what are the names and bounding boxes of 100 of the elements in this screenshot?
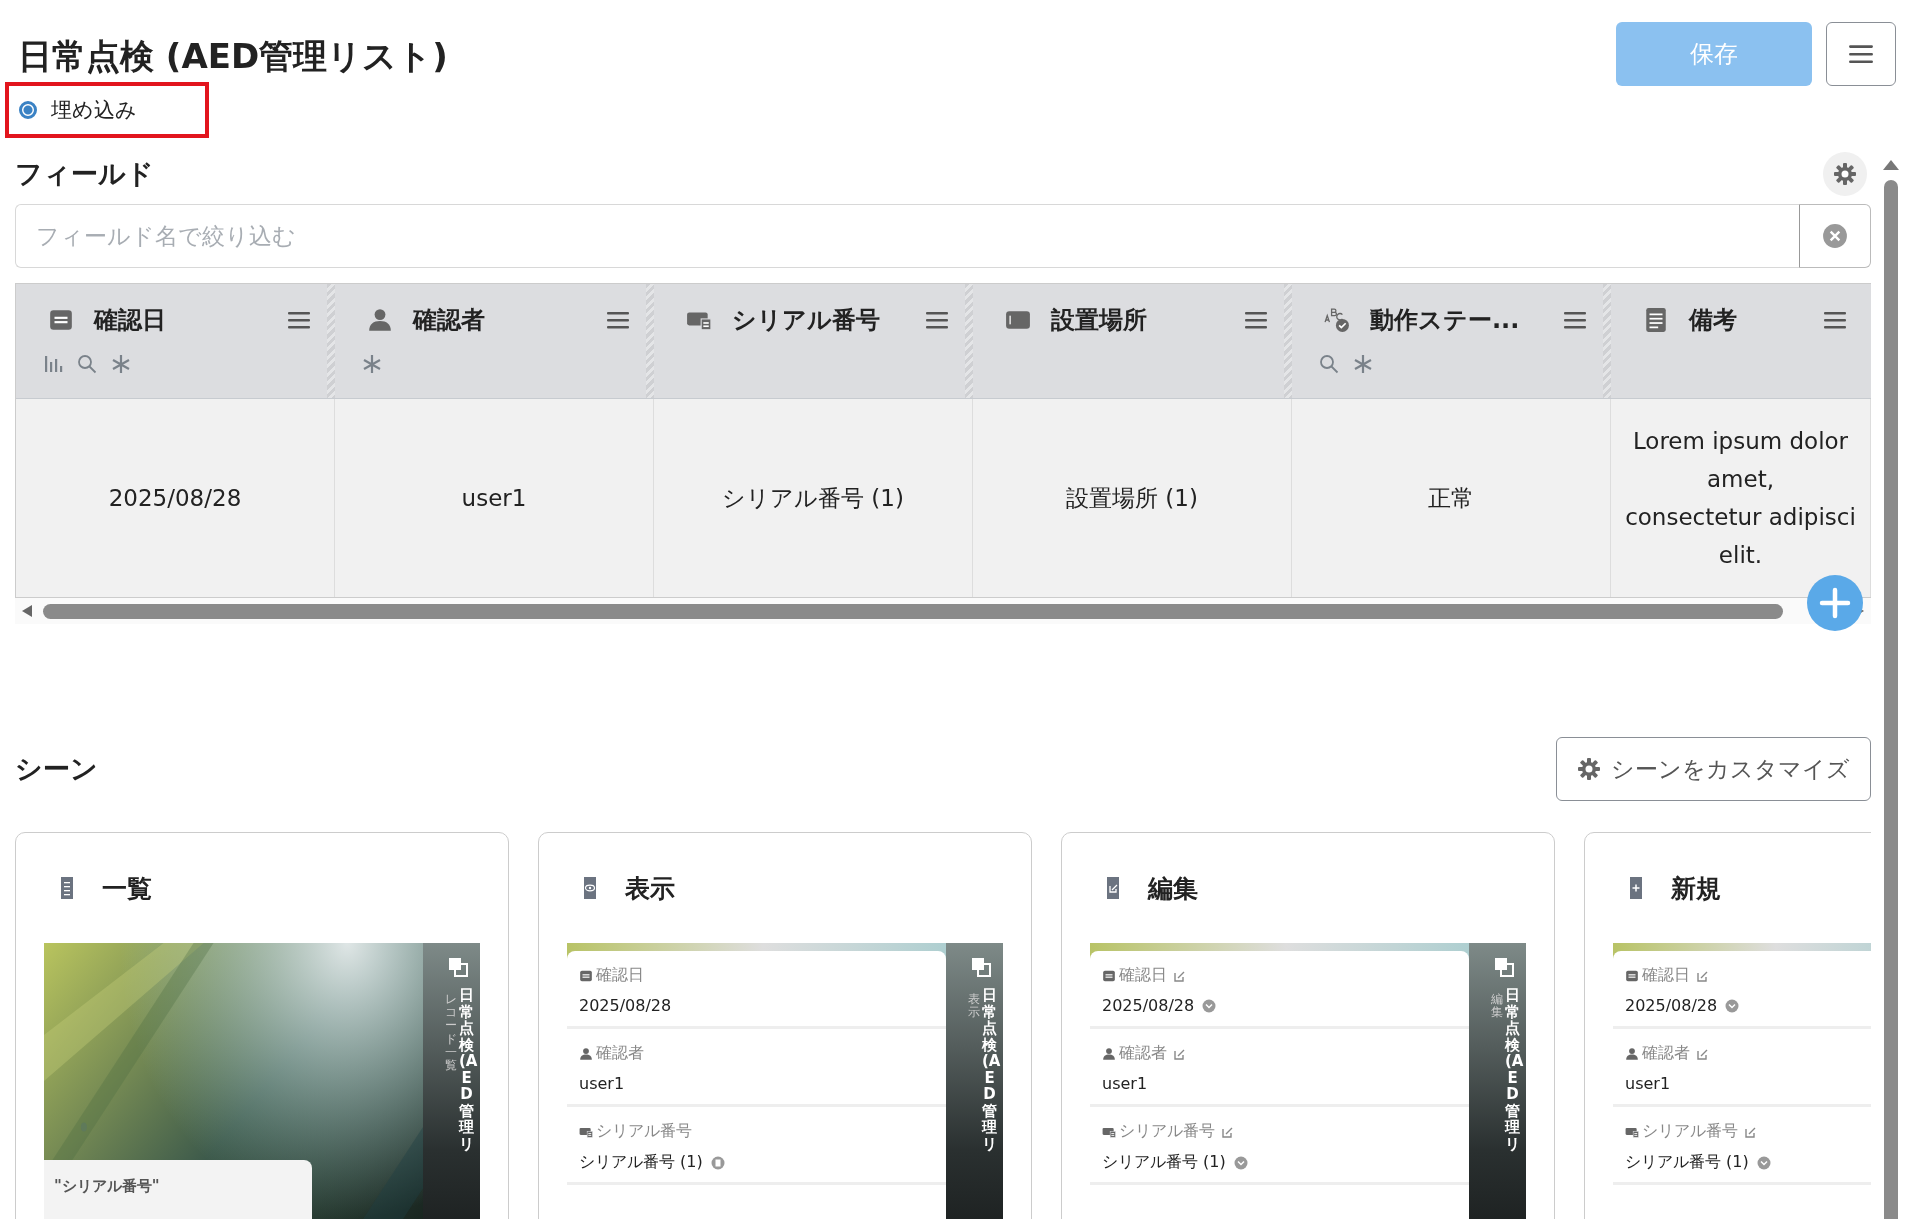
chevron-icon bbox=[1756, 1155, 1771, 1170]
field-value: 2025/08/28 bbox=[579, 996, 672, 1015]
field-value: user1 bbox=[1625, 1074, 1671, 1093]
field-value: user1 bbox=[1102, 1074, 1148, 1093]
calendar-icon bbox=[579, 968, 593, 983]
edit-page-icon bbox=[1104, 876, 1122, 900]
copy-icon bbox=[448, 957, 468, 977]
field-value: シリアル番号 (1) bbox=[1102, 1152, 1226, 1173]
search-field[interactable]: フィールド名で絞り込む bbox=[15, 204, 1799, 268]
table-cell-text: 設置場所 (1) bbox=[1066, 484, 1198, 513]
column-menu-icon[interactable] bbox=[1563, 310, 1587, 330]
calendar-icon bbox=[1625, 968, 1639, 983]
asterisk-icon bbox=[1353, 354, 1373, 374]
field-label: 確認者 bbox=[1642, 1043, 1690, 1064]
scene-title: 編集 bbox=[1148, 872, 1198, 905]
section-heading: シーン bbox=[15, 752, 98, 786]
field-label: 確認日 bbox=[1119, 965, 1167, 986]
scene-card[interactable]: 新規 確認日 2025/08/28 確認者 user1 シリアル番号 シリアル番号 (1) bbox=[1584, 832, 1871, 1219]
edit-icon bbox=[1174, 969, 1186, 982]
section-heading: フィールド bbox=[15, 157, 154, 191]
column-resize-handle[interactable] bbox=[965, 284, 973, 398]
asterisk-icon bbox=[111, 354, 131, 374]
table-cell-text: user1 bbox=[461, 484, 527, 513]
field-value: user1 bbox=[579, 1074, 625, 1093]
preview-subtitle: 編集 bbox=[1491, 993, 1503, 1022]
field-label: シリアル番号 bbox=[1642, 1121, 1738, 1142]
table-cell-text: Lorem ipsum dolor amet, consectetur adipisci elit. bbox=[1625, 427, 1856, 570]
abc-check-icon bbox=[1324, 307, 1350, 333]
column-resize-handle[interactable] bbox=[327, 284, 335, 398]
edit-icon bbox=[1222, 1125, 1234, 1138]
edit-icon bbox=[1745, 1125, 1757, 1138]
calendar-icon bbox=[48, 307, 74, 333]
chevron-icon bbox=[1202, 998, 1217, 1013]
column-header[interactable]: 設置場所 bbox=[973, 284, 1292, 399]
column-title: シリアル番号 bbox=[732, 305, 881, 336]
column-header[interactable]: 備考 bbox=[1611, 284, 1871, 399]
radio-button[interactable] bbox=[19, 101, 37, 119]
search-icon[interactable] bbox=[1319, 354, 1339, 374]
scene-title: 表示 bbox=[625, 872, 675, 905]
document-icon bbox=[1643, 307, 1669, 333]
radio-label: 埋め込み bbox=[51, 97, 137, 124]
column-title: 設置場所 bbox=[1051, 305, 1148, 336]
field-value: 2025/08/28 bbox=[1625, 996, 1718, 1015]
field-label: 確認者 bbox=[1119, 1043, 1167, 1064]
eye-page-icon bbox=[581, 876, 599, 900]
list-page-icon bbox=[58, 876, 76, 900]
chevron-icon bbox=[1725, 998, 1740, 1013]
column-menu-icon[interactable] bbox=[925, 310, 949, 330]
copy-icon bbox=[1494, 957, 1514, 977]
person-icon bbox=[1102, 1046, 1116, 1061]
preview-text: "シリアル番号" bbox=[54, 1177, 160, 1195]
scene-title: 新規 bbox=[1671, 872, 1721, 905]
person-icon bbox=[579, 1046, 593, 1061]
column-header[interactable]: 動作ステー... bbox=[1292, 284, 1611, 399]
search-icon[interactable] bbox=[77, 354, 97, 374]
horizontal-scrollbar[interactable] bbox=[15, 598, 1871, 624]
edit-icon bbox=[1697, 1047, 1709, 1060]
clear-button[interactable] bbox=[1799, 204, 1871, 268]
column-resize-handle[interactable] bbox=[1284, 284, 1292, 398]
bar-chart-icon[interactable] bbox=[43, 354, 63, 374]
copy-icon bbox=[971, 957, 991, 977]
page-title: 日常点検 (AED管理リスト) bbox=[18, 35, 448, 78]
asterisk-icon bbox=[362, 354, 382, 374]
column-resize-handle[interactable] bbox=[1603, 284, 1611, 398]
menu-icon bbox=[1848, 43, 1874, 65]
column-menu-icon[interactable] bbox=[1244, 310, 1268, 330]
field-value: シリアル番号 (1) bbox=[579, 1152, 703, 1173]
table-cell-text: 2025/08/28 bbox=[108, 484, 242, 513]
field-label: 確認日 bbox=[1642, 965, 1690, 986]
field-label: シリアル番号 bbox=[1119, 1121, 1215, 1142]
preview-subtitle: 表示 bbox=[968, 993, 980, 1022]
chevron-icon bbox=[1233, 1155, 1248, 1170]
field-label: 確認日 bbox=[596, 965, 644, 986]
close-icon bbox=[1822, 223, 1848, 249]
column-resize-handle[interactable] bbox=[646, 284, 654, 398]
person-icon bbox=[367, 307, 393, 333]
calendar-icon bbox=[1102, 968, 1116, 983]
person-icon bbox=[1625, 1046, 1639, 1061]
column-title: 動作ステー... bbox=[1370, 305, 1521, 336]
column-header[interactable]: 確認日 bbox=[16, 284, 335, 399]
scroll-left-icon[interactable] bbox=[21, 604, 33, 618]
edit-icon bbox=[1174, 1047, 1186, 1060]
customize-button[interactable]: シーンをカスタマイズ bbox=[1556, 737, 1871, 801]
column-menu-icon[interactable] bbox=[1823, 310, 1847, 330]
column-header[interactable]: シリアル番号 bbox=[654, 284, 973, 399]
table-cell-text: シリアル番号 (1) bbox=[722, 484, 904, 513]
column-title: 確認者 bbox=[413, 305, 486, 336]
edit-icon bbox=[1697, 969, 1709, 982]
column-menu-icon[interactable] bbox=[606, 310, 630, 330]
scene-title: 一覧 bbox=[102, 872, 152, 905]
field-value: 2025/08/28 bbox=[1102, 996, 1195, 1015]
field-value: シリアル番号 (1) bbox=[1625, 1152, 1749, 1173]
field-label: シリアル番号 bbox=[596, 1121, 692, 1142]
column-title: 備考 bbox=[1689, 305, 1738, 336]
column-header[interactable]: 確認者 bbox=[335, 284, 654, 399]
settings-button[interactable] bbox=[1823, 152, 1867, 196]
column-title: 確認日 bbox=[94, 305, 167, 336]
column-menu-icon[interactable] bbox=[287, 310, 311, 330]
menu-button[interactable] bbox=[1826, 22, 1896, 86]
info-icon bbox=[710, 1155, 725, 1170]
